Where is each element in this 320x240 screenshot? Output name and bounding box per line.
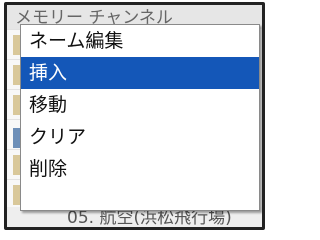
menu-item-name-edit[interactable]: ネーム編集 [21, 25, 259, 57]
menu-item-clear[interactable]: クリア [21, 121, 259, 153]
device-screen: メモリー チャンネル 05. 航空(浜松飛行場) ネーム編集 挿入 移動 クリア… [0, 0, 270, 234]
menu-item-delete[interactable]: 削除 [21, 153, 259, 185]
menu-item-insert[interactable]: 挿入 [21, 57, 259, 89]
menu-item-move[interactable]: 移動 [21, 89, 259, 121]
context-menu: ネーム編集 挿入 移動 クリア 削除 [20, 24, 260, 211]
window-frame: メモリー チャンネル 05. 航空(浜松飛行場) ネーム編集 挿入 移動 クリア… [4, 2, 265, 230]
menu-empty-space [21, 185, 259, 210]
